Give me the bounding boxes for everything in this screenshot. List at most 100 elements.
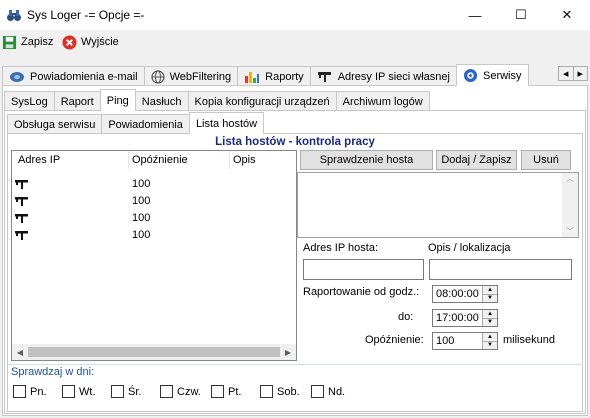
- delay-label: Opóźnienie:: [365, 334, 424, 346]
- close-circle-icon: [62, 34, 77, 50]
- spin-up-icon[interactable]: ▲: [483, 286, 497, 295]
- subtab-log-archive[interactable]: Archiwum logów: [335, 91, 430, 111]
- report-from-value: 08:00:00: [436, 288, 479, 300]
- sub-tab-bar: SysLog Raport Ping Nasłuch Kopia konfigu…: [4, 89, 430, 111]
- tab-email-notifications[interactable]: Powiadomienia e-mail: [2, 66, 145, 86]
- tab-own-network-ip[interactable]: Adresy IP sieci własnej: [309, 66, 457, 86]
- description-input[interactable]: [429, 259, 572, 280]
- save-label: Zapisz: [21, 36, 54, 48]
- report-from-label: Raportowanie od godz.:: [303, 286, 420, 298]
- scroll-down-arrow-icon[interactable]: ﹀: [566, 226, 574, 237]
- tab-scroll-right-button[interactable]: ▶: [573, 66, 588, 81]
- spin-up-icon[interactable]: ▲: [483, 310, 497, 319]
- day-label: Pn.: [30, 385, 47, 398]
- report-from-time-input[interactable]: 08:00:00 ▲ ▼: [432, 285, 498, 303]
- host-icon: [15, 230, 28, 240]
- service-icon: [463, 68, 478, 83]
- spin-down-icon[interactable]: ▼: [483, 295, 497, 303]
- tab-reports[interactable]: Raporty: [237, 66, 311, 86]
- exit-button[interactable]: Wyjście: [62, 33, 119, 51]
- checkbox-box[interactable]: [211, 385, 224, 398]
- email-icon: [10, 71, 24, 82]
- description-label: Opis / lokalizacja: [428, 242, 511, 254]
- ip-address-input[interactable]: [303, 259, 424, 280]
- scroll-left-arrow-icon[interactable]: ◀: [12, 348, 28, 357]
- close-button[interactable]: ✕: [544, 0, 590, 30]
- checkbox-box[interactable]: [111, 385, 124, 398]
- tab-label: Serwisy: [482, 69, 522, 82]
- scrollbar-thumb[interactable]: [28, 347, 280, 357]
- time-spinner[interactable]: ▲ ▼: [482, 310, 497, 326]
- subtab-report[interactable]: Raport: [53, 91, 101, 111]
- day-label: Śr.: [128, 385, 142, 398]
- day-checkbox-mon[interactable]: Pn.: [13, 385, 47, 398]
- check-days-label: Sprawdzaj w dni:: [11, 366, 95, 378]
- table-row[interactable]: 100: [12, 226, 296, 243]
- tab-scroll-left-button[interactable]: ◀: [558, 66, 574, 81]
- tab-services[interactable]: Serwisy: [455, 64, 529, 86]
- save-button[interactable]: Zapisz: [2, 33, 53, 51]
- globe-icon: [151, 69, 165, 84]
- spin-up-icon[interactable]: ▲: [483, 333, 497, 342]
- check-host-button[interactable]: Sprawdzenie hosta: [300, 150, 433, 170]
- to-label: do:: [398, 311, 414, 323]
- delete-button[interactable]: Usuń: [521, 150, 571, 170]
- subtab-listen[interactable]: Nasłuch: [134, 91, 189, 111]
- title-bar: Sys Loger -= Opcje =- — ☐ ✕: [0, 0, 590, 30]
- delay-unit-label: milisekund: [503, 334, 555, 346]
- delay-spinner[interactable]: ▲ ▼: [482, 333, 497, 349]
- scroll-right-arrow-icon[interactable]: ▶: [280, 348, 296, 357]
- column-header-desc[interactable]: Opis: [233, 151, 293, 169]
- maximize-button[interactable]: ☐: [498, 0, 544, 30]
- day-checkbox-wed[interactable]: Śr.: [111, 385, 141, 398]
- spin-down-icon[interactable]: ▼: [483, 319, 497, 327]
- scroll-up-arrow-icon[interactable]: ︿: [566, 173, 574, 184]
- checkbox-box[interactable]: [160, 385, 173, 398]
- main-tab-bar: Powiadomienia e-mail WebFiltering Raport…: [2, 62, 529, 86]
- table-row[interactable]: 100: [12, 192, 296, 209]
- subtab-ping[interactable]: Ping: [99, 89, 136, 111]
- horizontal-scrollbar[interactable]: ◀ ▶: [12, 344, 296, 360]
- host-icon: [15, 179, 28, 189]
- column-header-ip[interactable]: Adres IP: [18, 151, 128, 169]
- delay-input[interactable]: 100 ▲ ▼: [432, 332, 498, 350]
- tab-host-list[interactable]: Lista hostów: [188, 112, 265, 134]
- host-icon: [15, 213, 28, 223]
- window-title: Sys Loger -= Opcje =-: [27, 8, 145, 22]
- tab-label: Powiadomienia e-mail: [30, 70, 138, 83]
- ping-result-textarea[interactable]: ︿ ﹀: [297, 172, 579, 238]
- tab-webfiltering[interactable]: WebFiltering: [143, 66, 239, 86]
- tab-notifications[interactable]: Powiadomienia: [101, 114, 190, 134]
- section-title: Lista hostów - kontrola pracy: [215, 136, 375, 148]
- delay-value: 100: [436, 335, 455, 347]
- spin-down-icon[interactable]: ▼: [483, 342, 497, 350]
- binoculars-icon: [7, 10, 21, 21]
- day-checkbox-sat[interactable]: Sob.: [260, 385, 300, 398]
- day-label: Pt.: [228, 385, 242, 398]
- report-to-time-input[interactable]: 17:00:00 ▲ ▼: [432, 309, 498, 327]
- checkbox-box[interactable]: [311, 385, 324, 398]
- day-checkbox-sun[interactable]: Nd.: [311, 385, 345, 398]
- subtab-device-config-backup[interactable]: Kopia konfiguracji urządzeń: [187, 91, 337, 111]
- table-row[interactable]: 100: [12, 175, 296, 192]
- network-icon: [317, 72, 331, 82]
- ping-tab-bar: Obsługa serwisu Powiadomienia Lista host…: [7, 112, 265, 134]
- day-checkbox-thu[interactable]: Czw.: [160, 385, 201, 398]
- subtab-syslog[interactable]: SysLog: [4, 91, 55, 111]
- column-header-delay[interactable]: Opóźnienie: [132, 151, 232, 169]
- host-icon: [15, 196, 28, 206]
- checkbox-box[interactable]: [260, 385, 273, 398]
- add-save-button[interactable]: Dodaj / Zapisz: [436, 150, 517, 170]
- day-checkbox-fri[interactable]: Pt.: [211, 385, 241, 398]
- table-row[interactable]: 100: [12, 209, 296, 226]
- host-list[interactable]: Adres IP Opóźnienie Opis 100 100 100 100…: [11, 150, 297, 361]
- vertical-scrollbar[interactable]: ︿ ﹀: [562, 173, 578, 237]
- row-delay: 100: [132, 194, 151, 207]
- checkbox-box[interactable]: [13, 385, 26, 398]
- chart-icon: [245, 72, 260, 83]
- time-spinner[interactable]: ▲ ▼: [482, 286, 497, 302]
- tab-service-handling[interactable]: Obsługa serwisu: [7, 114, 103, 134]
- checkbox-box[interactable]: [62, 385, 75, 398]
- minimize-button[interactable]: —: [452, 0, 498, 30]
- day-checkbox-tue[interactable]: Wt.: [62, 385, 96, 398]
